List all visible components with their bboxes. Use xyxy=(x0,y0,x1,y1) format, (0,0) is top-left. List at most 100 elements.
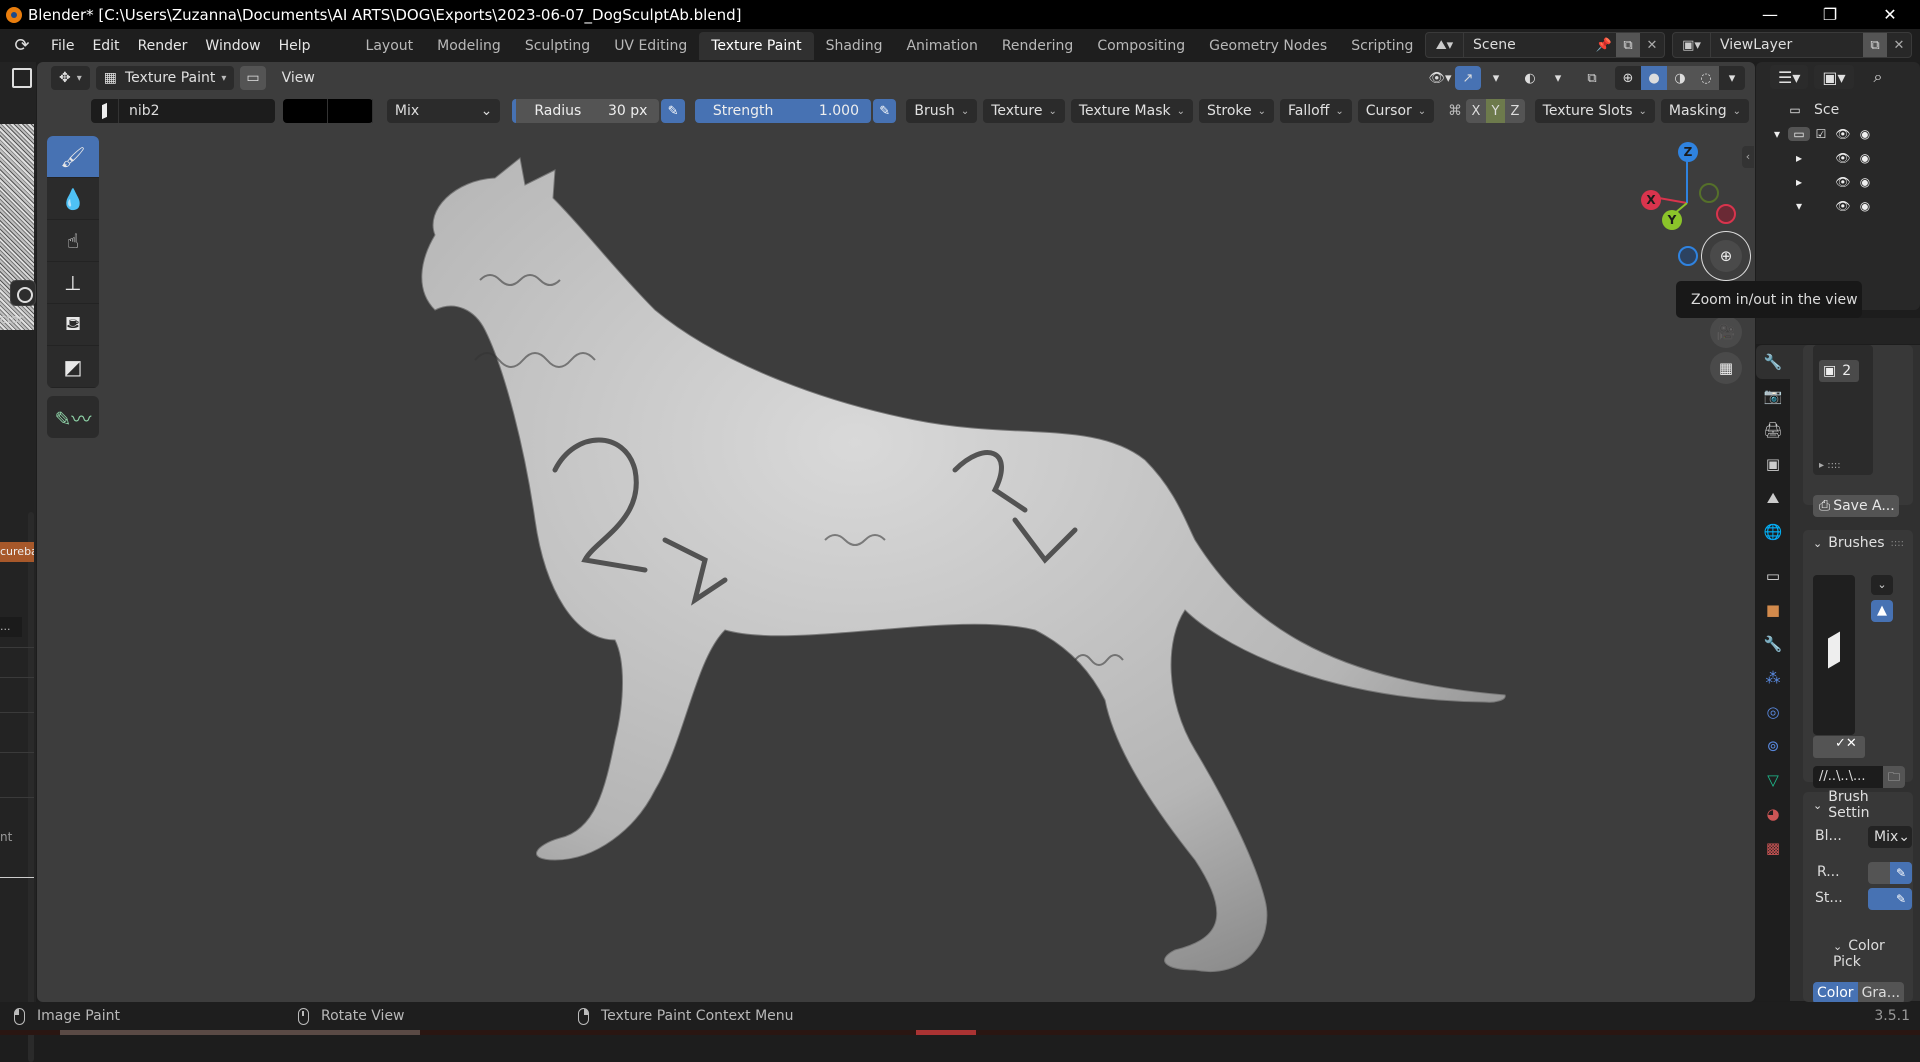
display-mode-icon[interactable]: ☰▾ xyxy=(1770,65,1809,89)
editor-type-icon[interactable] xyxy=(12,68,32,88)
radius-pressure-icon[interactable]: ✎ xyxy=(661,99,685,123)
world-tab[interactable]: 🌐 xyxy=(1756,515,1790,549)
stroke-menu[interactable]: Stroke ⌄ xyxy=(1199,99,1275,123)
clone-tool[interactable]: ⊥ xyxy=(47,262,99,304)
fake-user-toggle[interactable]: ✓✕ xyxy=(1813,736,1865,758)
masking-menu[interactable]: Masking ⌄ xyxy=(1660,99,1749,123)
material-tab[interactable]: ◕ xyxy=(1756,797,1790,831)
menu-help[interactable]: Help xyxy=(270,38,320,54)
smear-tool[interactable]: ☝ xyxy=(47,220,99,262)
camera-render-icon[interactable]: ◉ xyxy=(1854,175,1876,189)
menu-edit[interactable]: Edit xyxy=(83,38,128,54)
mode-selector[interactable]: ▦ Texture Paint ▾ xyxy=(95,66,235,90)
folder-icon[interactable]: 🗀 xyxy=(1883,766,1905,788)
slot-list[interactable]: ▣ 2 ▸ :::: xyxy=(1813,345,1873,475)
view-layer-tab[interactable]: ▣ xyxy=(1756,447,1790,481)
modifier-tab[interactable]: 🔧 xyxy=(1756,627,1790,661)
tab-texture-paint[interactable]: Texture Paint xyxy=(699,31,814,60)
zoom-view-button[interactable]: ⊕ xyxy=(1710,240,1742,272)
brush-color-swatch[interactable] xyxy=(283,99,373,123)
search-icon[interactable]: ⌕ xyxy=(1874,67,1883,87)
expand-icon[interactable]: ▾ xyxy=(1766,127,1788,141)
visibility-icon[interactable]: 👁▾ xyxy=(1427,66,1453,90)
strength-field[interactable]: ✎ xyxy=(1868,888,1912,910)
object-row[interactable]: ▸ 👁 ◉ xyxy=(1756,170,1920,194)
tab-sculpting[interactable]: Sculpting xyxy=(513,32,602,60)
brush-menu[interactable]: Brush ⌄ xyxy=(906,99,978,123)
maximize-button[interactable]: ❐ xyxy=(1800,0,1860,29)
draw-tool[interactable]: 🖌 xyxy=(47,136,99,178)
object-row[interactable]: ▸ 👁 ◉ xyxy=(1756,146,1920,170)
delete-view-layer-button[interactable]: ✕ xyxy=(1887,33,1911,57)
symmetry-z-toggle[interactable]: Z xyxy=(1505,99,1525,123)
slot-item[interactable]: ▣ 2 xyxy=(1819,360,1859,382)
view-layer-icon[interactable]: ▣▾ xyxy=(1673,33,1711,57)
y-axis-icon[interactable]: Y xyxy=(1662,210,1682,230)
sidebar-toggle[interactable]: ‹ xyxy=(1742,146,1754,168)
overlay-icon[interactable]: ◐ xyxy=(1517,66,1543,90)
delete-scene-button[interactable]: ✕ xyxy=(1640,33,1664,57)
highlighted-item[interactable]: curebas xyxy=(0,542,34,562)
list-resize-handle[interactable]: ▸ :::: xyxy=(1819,460,1841,471)
ortho-toggle-button[interactable]: ▦ xyxy=(1710,352,1742,384)
tab-geometry-nodes[interactable]: Geometry Nodes xyxy=(1197,32,1339,60)
path-field[interactable]: ... xyxy=(0,617,22,637)
overlay-dropdown[interactable]: ▾ xyxy=(1545,66,1571,90)
tab-gradient[interactable]: Gra... xyxy=(1857,982,1905,1004)
expand-icon[interactable]: ▸ xyxy=(1788,151,1810,165)
expand-icon[interactable]: ▾ xyxy=(1788,199,1810,213)
pressure-icon[interactable]: ✎ xyxy=(1890,888,1912,910)
camera-render-icon[interactable]: ◉ xyxy=(1854,127,1876,141)
wireframe-shading-icon[interactable]: ⊕ xyxy=(1615,66,1641,90)
strength-pressure-icon[interactable]: ✎ xyxy=(873,99,897,123)
drag-handle-icon[interactable]: :::: xyxy=(1891,538,1904,549)
neg-y-axis-icon[interactable] xyxy=(1699,183,1719,203)
gizmo-dropdown[interactable]: ▾ xyxy=(1483,66,1509,90)
data-tab[interactable]: ▽ xyxy=(1756,763,1790,797)
mask-tool[interactable]: ◩ xyxy=(47,346,99,388)
blend-dropdown[interactable]: Mix⌄ xyxy=(1868,826,1912,848)
brushes-panel-header[interactable]: ⌄ Brushes :::: xyxy=(1803,530,1913,556)
new-scene-button[interactable]: ⧉ xyxy=(1616,33,1640,57)
view-layer-selector[interactable]: ▣▾ ViewLayer ⧉ ✕ xyxy=(1672,32,1912,58)
scene-icon[interactable]: ⛰▾ xyxy=(1426,33,1464,57)
texture-tab[interactable]: ▩ xyxy=(1756,831,1790,865)
object-tab[interactable]: ■ xyxy=(1756,593,1790,627)
tool-tab[interactable]: 🔧 xyxy=(1756,345,1790,379)
scene-selector[interactable]: ⛰▾ Scene 📌 ⧉ ✕ xyxy=(1425,32,1665,58)
tab-animation[interactable]: Animation xyxy=(894,32,989,60)
texture-mask-menu[interactable]: Texture Mask ⌄ xyxy=(1070,99,1193,123)
view-layer-name[interactable]: ViewLayer xyxy=(1711,37,1863,53)
menu-window[interactable]: Window xyxy=(196,38,269,54)
z-axis-icon[interactable]: Z xyxy=(1678,142,1698,162)
particles-tab[interactable]: ⁂ xyxy=(1756,661,1790,695)
cursor-menu[interactable]: Cursor ⌄ xyxy=(1357,99,1435,123)
symmetry-y-toggle[interactable]: Y xyxy=(1485,99,1506,123)
eye-icon[interactable]: 👁 xyxy=(1832,151,1854,165)
eye-icon[interactable]: 👁 xyxy=(1832,199,1854,213)
fill-tool[interactable]: ⛾ xyxy=(47,304,99,346)
collection-row[interactable]: ▾ ▭ ☑ 👁 ◉ xyxy=(1756,122,1920,146)
radius-slider[interactable]: Radius 30 px xyxy=(512,99,660,123)
blend-mode-dropdown[interactable]: Mix ⌄ xyxy=(386,99,501,123)
shading-dropdown[interactable]: ▾ xyxy=(1719,66,1745,90)
brush-path-field[interactable]: //..\..\... xyxy=(1813,766,1883,788)
camera-render-icon[interactable]: ◉ xyxy=(1854,199,1876,213)
eye-icon[interactable]: 👁 xyxy=(1832,175,1854,189)
tab-uv-editing[interactable]: UV Editing xyxy=(602,32,699,60)
view-button[interactable] xyxy=(10,280,36,306)
camera-render-icon[interactable]: ◉ xyxy=(1854,151,1876,165)
camera-view-button[interactable]: 🎥 xyxy=(1710,316,1742,348)
tab-shading[interactable]: Shading xyxy=(814,32,895,60)
tab-color[interactable]: Color xyxy=(1813,982,1858,1004)
new-view-layer-button[interactable]: ⧉ xyxy=(1863,33,1887,57)
collection-tab[interactable]: ▭ xyxy=(1756,559,1790,593)
minimize-button[interactable]: — xyxy=(1740,0,1800,29)
tab-compositing[interactable]: Compositing xyxy=(1085,32,1197,60)
scene-collection-row[interactable]: ▭ Sce xyxy=(1756,98,1920,122)
tab-modeling[interactable]: Modeling xyxy=(425,32,513,60)
checkbox-icon[interactable]: ☑ xyxy=(1810,127,1832,141)
properties-search[interactable] xyxy=(1756,318,1920,344)
render-tab[interactable]: 📷 xyxy=(1756,379,1790,413)
tab-layout[interactable]: Layout xyxy=(354,32,426,60)
